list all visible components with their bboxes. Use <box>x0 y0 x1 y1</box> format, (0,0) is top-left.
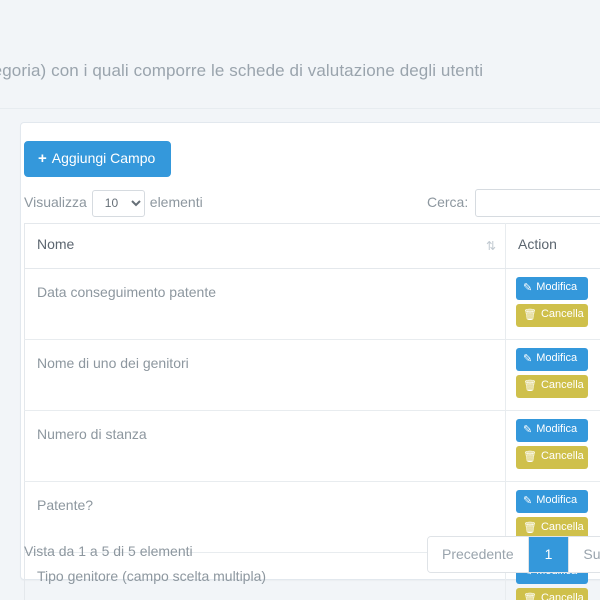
delete-button-label: Cancella <box>540 379 584 391</box>
cell-nome: Numero di stanza <box>24 410 506 482</box>
column-header-action-label: Action <box>518 236 557 252</box>
pagination-previous[interactable]: Precedente <box>428 537 529 572</box>
pencil-icon: ✎ <box>523 495 533 507</box>
page-description: I campi (raggruppati per categoria) con … <box>0 61 484 80</box>
delete-button-label: Cancella <box>540 450 584 462</box>
delete-button-label: Cancella <box>540 521 584 533</box>
page-viewport: I campi (raggruppati per categoria) con … <box>0 0 600 600</box>
length-control: Visualizza 10 25 50 100 elementi <box>24 187 203 217</box>
pagination: Precedente 1 Successivo <box>427 536 600 573</box>
delete-button-label: Cancella <box>540 592 584 600</box>
cell-action: ✎Modifica 🗑Cancella <box>505 268 600 340</box>
table-head: Nome ⇅ Action <box>24 223 600 269</box>
pencil-icon: ✎ <box>523 282 533 294</box>
datatable-controls: Visualizza 10 25 50 100 elementi Cerca: <box>24 187 600 219</box>
delete-button[interactable]: 🗑 Cancella <box>516 446 588 469</box>
delete-button[interactable]: 🗑 Cancella <box>516 375 588 398</box>
pencil-icon: ✎ <box>523 353 533 365</box>
trash-icon: 🗑 <box>523 380 537 392</box>
search-control: Cerca: <box>427 187 600 218</box>
edit-button-label: Modifica <box>536 423 578 435</box>
edit-button[interactable]: ✎Modifica <box>516 277 588 300</box>
edit-button[interactable]: ✎Modifica <box>516 419 588 442</box>
search-input[interactable] <box>475 189 600 218</box>
datatable-info: Vista da 1 a 5 di 5 elementi <box>24 543 193 559</box>
header-divider <box>0 108 600 109</box>
pagination-next[interactable]: Successivo <box>569 537 600 572</box>
column-header-nome[interactable]: Nome ⇅ <box>24 223 506 269</box>
add-field-button[interactable]: + Aggiungi Campo <box>24 141 172 177</box>
edit-button-label: Modifica <box>536 281 578 293</box>
add-field-button-label: Aggiungi Campo <box>51 150 156 166</box>
table-header-row: Nome ⇅ Action <box>24 223 600 269</box>
content-panel: +Aggiungi Campo Visualizza 10 25 50 100 … <box>20 122 600 600</box>
pencil-icon: ✎ <box>523 424 533 436</box>
cell-nome: Nome di uno dei genitori <box>24 339 506 411</box>
cell-nome: Data conseguimento patente <box>24 268 506 340</box>
search-label: Cerca: <box>427 194 469 210</box>
datatable-footer: Vista da 1 a 5 di 5 elementi Precedente … <box>24 536 600 576</box>
cell-action: ✎Modifica 🗑Cancella <box>505 410 600 482</box>
sort-both-icon: ⇅ <box>485 239 496 253</box>
table-row: Nome di uno dei genitori ✎ Modifica 🗑 Canc… <box>24 339 600 411</box>
edit-button[interactable]: ✎Modifica <box>516 490 588 513</box>
length-label-before: Visualizza <box>24 194 87 210</box>
trash-icon: 🗑 <box>523 522 537 534</box>
trash-icon: 🗑 <box>523 309 537 321</box>
pagination-page-1[interactable]: 1 <box>528 537 570 572</box>
length-label-after: elementi <box>149 194 203 210</box>
delete-button-label: Cancella <box>540 308 584 320</box>
edit-button[interactable]: ✎Modifica <box>516 348 588 371</box>
column-header-action: Action <box>505 223 600 269</box>
length-select[interactable]: 10 25 50 100 <box>91 189 145 217</box>
column-header-nome-label: Nome <box>37 236 75 252</box>
delete-button[interactable]: 🗑 Cancella <box>516 588 588 600</box>
table-row: Data conseguimento patente ✎ Modifica 🗑 Ca… <box>24 268 600 340</box>
edit-button-label: Modifica <box>536 494 578 506</box>
trash-icon: 🗑 <box>523 593 537 600</box>
trash-icon: 🗑 <box>523 451 537 463</box>
edit-button-label: Modifica <box>536 352 578 364</box>
cell-action: ✎Modifica 🗑Cancella <box>505 339 600 411</box>
table-row: Numero di stanza ✎ Modifica 🗑 Cancella <box>24 410 600 482</box>
plus-icon: + <box>38 150 47 167</box>
delete-button[interactable]: 🗑 Cancella <box>516 304 588 327</box>
